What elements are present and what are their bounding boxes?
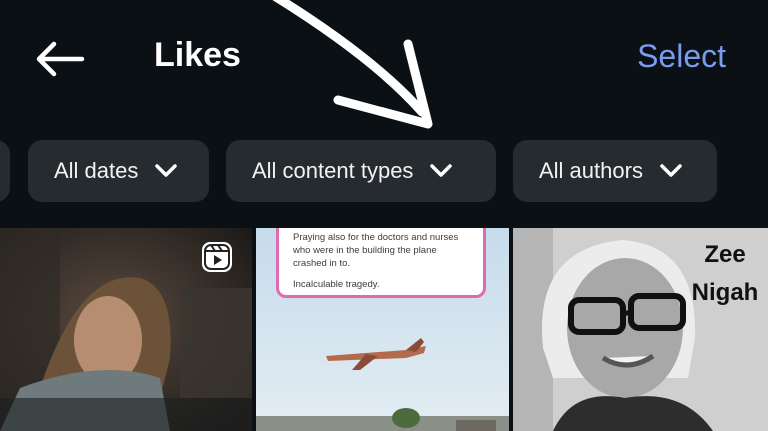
filter-bar: All dates All content types All authors	[0, 140, 768, 204]
filter-all-dates[interactable]: All dates	[28, 140, 209, 202]
filter-label: All content types	[252, 158, 414, 183]
logo-line: Nigah	[691, 279, 759, 306]
logo-line: Zee	[704, 241, 746, 268]
filter-all-content-types[interactable]: All content types	[226, 140, 496, 202]
back-button[interactable]	[30, 34, 90, 84]
liked-content-grid: Praying also for the doctors and nurses …	[0, 228, 768, 431]
filter-chip-partial[interactable]	[0, 140, 10, 202]
quote-text: Incalculable tragedy.	[293, 279, 380, 290]
liked-reel-thumbnail[interactable]	[0, 228, 252, 431]
select-button[interactable]: Select	[637, 38, 726, 75]
arrow-left-icon	[36, 41, 85, 77]
page-title: Likes	[154, 36, 241, 74]
filter-label: All dates	[54, 158, 139, 183]
quote-card: Praying also for the doctors and nurses …	[276, 228, 486, 298]
chevron-down-icon	[660, 164, 682, 177]
header-bar: Likes Select	[0, 0, 768, 120]
chevron-down-icon	[155, 164, 178, 177]
filter-label: All authors	[539, 158, 643, 183]
liked-video-thumbnail[interactable]: Zee Nigah	[513, 228, 768, 431]
quote-text: Praying also for the doctors and nurses …	[293, 232, 459, 269]
reels-icon	[202, 242, 232, 272]
channel-logo: Zee Nigah	[690, 236, 760, 312]
filter-all-authors[interactable]: All authors	[513, 140, 717, 202]
liked-post-thumbnail[interactable]: Praying also for the doctors and nurses …	[256, 228, 509, 431]
chevron-down-icon	[430, 164, 453, 177]
